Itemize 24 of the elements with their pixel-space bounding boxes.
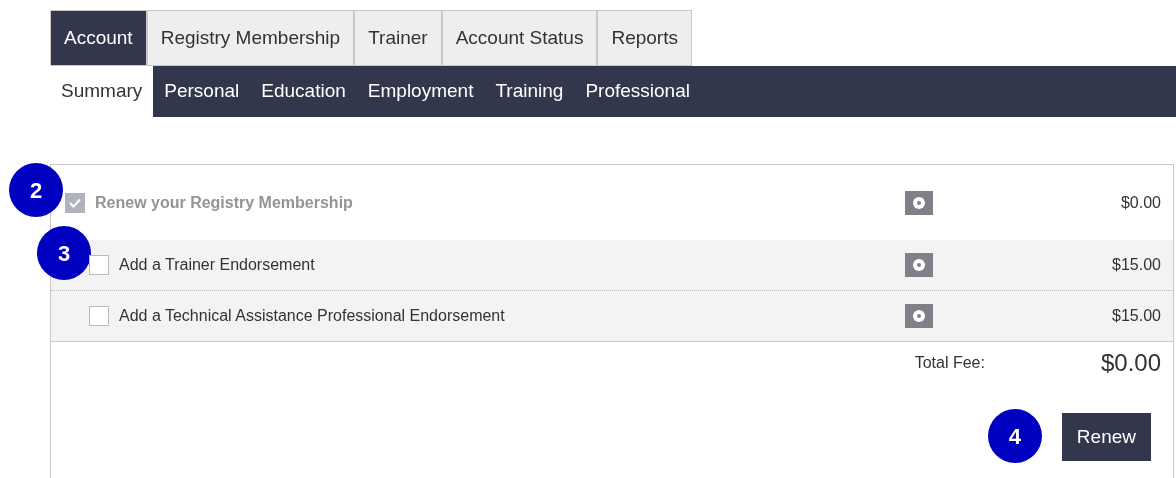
tab[interactable]: Registry Membership bbox=[146, 10, 355, 66]
checkbox[interactable] bbox=[89, 306, 109, 326]
tab[interactable]: Account Status bbox=[441, 10, 598, 66]
tab[interactable]: Reports bbox=[597, 10, 692, 66]
step-badge: 2 bbox=[9, 163, 63, 217]
option-label: Add a Trainer Endorsement bbox=[119, 255, 315, 275]
check-icon bbox=[69, 197, 81, 208]
help-icon[interactable] bbox=[905, 253, 933, 277]
option-price: $0.00 bbox=[1119, 192, 1161, 213]
step-badge: 4 bbox=[987, 409, 1042, 463]
option-price: $15.00 bbox=[1111, 255, 1161, 275]
option-price: $15.00 bbox=[1111, 306, 1161, 326]
step-badge: 3 bbox=[37, 226, 91, 280]
tab[interactable]: Account bbox=[50, 10, 147, 66]
checkbox[interactable] bbox=[89, 255, 109, 275]
option-label: Renew your Registry Membership bbox=[95, 192, 353, 213]
option-label: Add a Technical Assistance Professional Endorsement bbox=[119, 306, 505, 326]
total-label: Total Fee: bbox=[914, 353, 985, 373]
subtab[interactable]: Summary bbox=[50, 66, 154, 117]
help-icon[interactable] bbox=[905, 304, 933, 328]
tab[interactable]: Trainer bbox=[354, 10, 442, 66]
renew-button[interactable]: Renew bbox=[1061, 413, 1151, 461]
help-icon[interactable] bbox=[905, 190, 933, 215]
total-value: $0.00 bbox=[1100, 348, 1161, 378]
